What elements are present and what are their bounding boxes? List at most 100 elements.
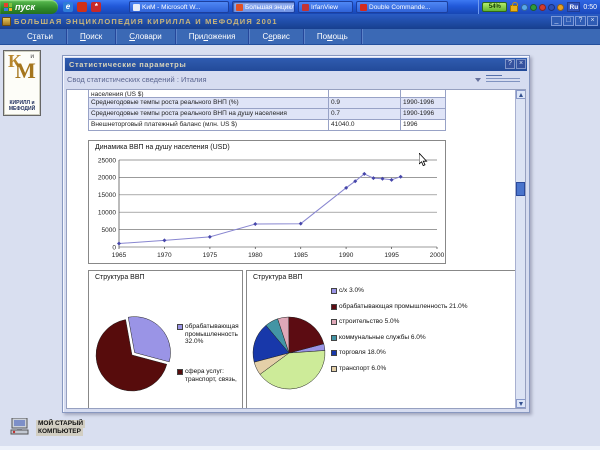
legend-label: с/х 3.0% — [339, 287, 364, 295]
stats-window-titlebar[interactable]: Статистические параметры ?× — [65, 58, 527, 71]
legend-item: транспорт 6.0% — [331, 365, 517, 373]
taskbar-button-label: Большая энцикло... — [245, 4, 295, 11]
battery-indicator[interactable]: 54% — [482, 2, 507, 12]
cell-name: населения (US $) — [89, 90, 329, 97]
legend-label: коммунальные службы 6.0% — [339, 334, 426, 342]
taskbar: пуск e * KиM - Microsoft W... Большая энци… — [0, 0, 600, 14]
taskbar-button-3[interactable]: IrfanView — [298, 1, 353, 13]
x-tick-label: 1970 — [157, 252, 172, 259]
menu-item-4[interactable]: Приложения — [176, 29, 250, 44]
close-button[interactable]: × — [587, 16, 598, 26]
legend-label: торговля 18.0% — [339, 349, 386, 357]
x-tick-label: 1990 — [339, 252, 354, 259]
menu-item-2[interactable]: Поиск — [67, 29, 116, 44]
legend-swatch — [331, 335, 337, 341]
menu-item-6[interactable]: Помощь — [304, 29, 362, 44]
tray-icon-4[interactable] — [548, 4, 555, 11]
my-computer-desktop-icon[interactable]: МОЙ СТАРЫЙ КОМПЬЮТЕР — [10, 418, 85, 437]
x-tick-label: 1985 — [293, 252, 308, 259]
help-button[interactable]: ? — [575, 16, 586, 26]
stats-subtitle: Свод статистических сведений : Италия — [67, 75, 207, 84]
table-row: Среднегодовые темпы роста реального ВНП … — [88, 98, 446, 109]
taskbar-button-1[interactable]: KиM - Microsoft W... — [129, 1, 229, 13]
pie1-title: Структура ВВП — [95, 274, 145, 281]
cell-name: Среднегодовые темпы роста реального ВНП … — [89, 109, 329, 119]
x-tick-label: 1980 — [248, 252, 263, 259]
x-tick-label: 1995 — [384, 252, 399, 259]
taskbar-button-label: KиM - Microsoft W... — [142, 4, 201, 11]
logo-letter-m: М — [15, 58, 36, 84]
restore-button[interactable]: □ — [563, 16, 574, 26]
data-point-marker — [371, 176, 375, 180]
app-title: БОЛЬШАЯ ЭНЦИКЛОПЕДИЯ КИРИЛЛА И МЕФОДИЯ 2… — [14, 17, 278, 26]
close-button[interactable]: × — [516, 59, 526, 69]
legend-label: обрабатывающая промышленность 32.0% — [185, 323, 241, 346]
cell-value: 41040.0 — [329, 120, 401, 130]
x-tick-label: 2000 — [430, 252, 445, 259]
legend-item: обрабатывающая промышленность 21.0% — [331, 303, 517, 311]
app-icon — [2, 17, 11, 26]
start-label: пуск — [15, 2, 35, 12]
cell-value — [329, 90, 401, 97]
legend-swatch — [331, 319, 337, 325]
ie-icon[interactable]: e — [63, 2, 73, 12]
cell-years — [401, 90, 445, 97]
tray-icon-3[interactable] — [539, 4, 546, 11]
tray-icon-5[interactable] — [557, 4, 564, 11]
y-tick-label: 25000 — [98, 157, 116, 164]
app-window-buttons: _□?× — [551, 16, 598, 26]
scrollbar-thumb[interactable] — [516, 182, 525, 196]
cell-years: 1996 — [401, 120, 445, 130]
tray-icon-2[interactable] — [530, 4, 537, 11]
data-point-marker — [208, 235, 212, 239]
bottom-strip — [0, 446, 600, 450]
legend-swatch — [331, 366, 337, 372]
start-button[interactable]: пуск — [0, 0, 58, 14]
legend-item: с/х 3.0% — [331, 287, 517, 295]
cell-name: Внешнеторговый платежный баланс (млн. US… — [89, 120, 329, 130]
system-tray: 54% Ru 0:50 — [478, 0, 600, 14]
legend-swatch — [331, 288, 337, 294]
vertical-scrollbar[interactable] — [515, 90, 525, 408]
cell-value: 0.9 — [329, 98, 401, 108]
cell-years: 1990-1996 — [401, 98, 445, 108]
chevron-down-icon[interactable] — [475, 78, 481, 82]
scroll-up-button[interactable] — [516, 90, 526, 99]
my-computer-icon — [10, 418, 32, 437]
taskbar-button-label: Double Commande... — [369, 4, 430, 11]
x-tick-label: 1975 — [203, 252, 218, 259]
menu-item-3[interactable]: Словари — [116, 29, 176, 44]
taskbar-button-4[interactable]: Double Commande... — [356, 1, 448, 13]
quicklaunch-icon-3[interactable]: * — [91, 2, 101, 12]
taskbar-button-label: IrfanView — [311, 4, 338, 11]
legend-label: строительство 5.0% — [339, 318, 399, 326]
minimize-button[interactable]: _ — [551, 16, 562, 26]
quicklaunch-icon-2[interactable] — [77, 2, 87, 12]
menu-item-1[interactable]: Статьи — [14, 29, 67, 44]
stats-subtitle-bar: Свод статистических сведений : Италия — [67, 72, 525, 87]
list-icon[interactable] — [486, 75, 520, 85]
logo-text-2: МЕФОДИЙ — [4, 106, 40, 112]
menu-item-5[interactable]: Сервис — [249, 29, 303, 44]
taskbar-button-icon — [360, 4, 367, 11]
help-button[interactable]: ? — [505, 59, 515, 69]
pie2-title: Структура ВВП — [253, 274, 303, 281]
gdp-structure-panel-2: Структура ВВП с/х 3.0% обрабатывающая про… — [246, 270, 520, 409]
stats-table: населения (US $)Среднегодовые темпы рост… — [88, 90, 446, 131]
y-tick-label: 15000 — [98, 192, 116, 199]
taskbar-button-2[interactable]: Большая энцикло... — [232, 1, 295, 13]
legend-item: торговля 18.0% — [331, 349, 517, 357]
stats-window: Статистические параметры ?× Свод статист… — [62, 55, 530, 413]
tray-icon-1[interactable] — [521, 4, 528, 11]
cell-name: Среднегодовые темпы роста реального ВНП … — [89, 98, 329, 108]
lock-icon[interactable] — [510, 5, 518, 12]
legend-item: сфера услуг: транспорт, связь, — [177, 368, 241, 383]
scroll-down-button[interactable] — [516, 399, 526, 408]
line-chart-title: Динамика ВВП на душу населения (USD) — [95, 144, 230, 151]
data-point-marker — [253, 222, 257, 226]
gdp-line-chart: 0500010000150002000025000196519701975198… — [89, 141, 447, 265]
legend-swatch — [331, 350, 337, 356]
app-titlebar: БОЛЬШАЯ ЭНЦИКЛОПЕДИЯ КИРИЛЛА И МЕФОДИЯ 2… — [0, 14, 600, 29]
tray-icons — [521, 4, 564, 11]
language-indicator[interactable]: Ru — [567, 2, 580, 12]
